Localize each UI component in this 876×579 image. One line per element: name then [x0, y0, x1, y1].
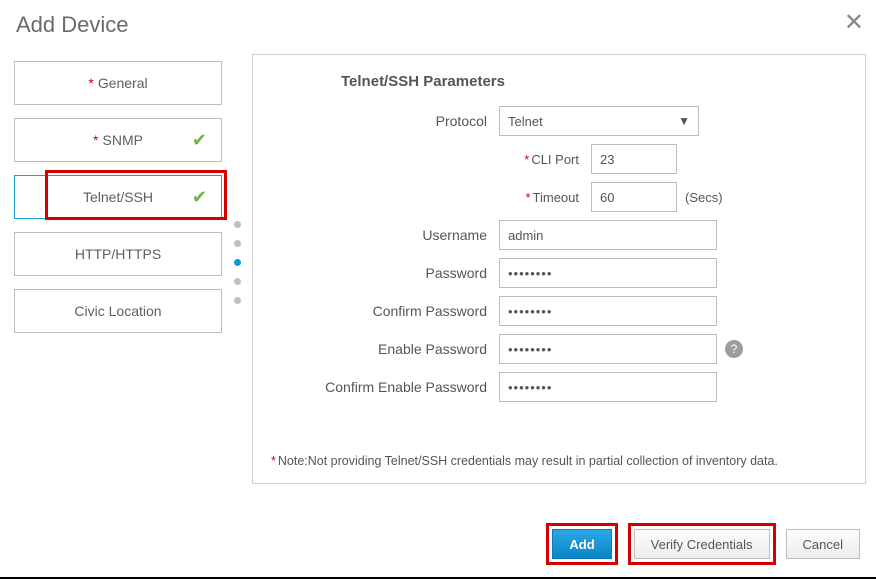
label-username: Username [422, 227, 487, 243]
dialog-footer: Add Verify Credentials Cancel [546, 523, 860, 565]
dialog-title: Add Device [0, 0, 876, 46]
cli-port-input[interactable] [591, 144, 677, 174]
sidebar-step-civic-location[interactable]: Civic Location [14, 289, 222, 333]
protocol-value: Telnet [508, 114, 543, 129]
sidebar: * General * SNMP ✔ Telnet/SSH ✔ HTTP/HTT… [10, 46, 226, 484]
required-asterisk: * [93, 132, 98, 148]
panel-title: Telnet/SSH Parameters [341, 73, 847, 90]
confirm-enable-password-input[interactable] [499, 372, 717, 402]
cancel-button[interactable]: Cancel [786, 529, 860, 559]
step-dot-active [234, 259, 241, 266]
label-cli-port: CLI Port [531, 152, 579, 167]
sidebar-step-telnet-ssh[interactable]: Telnet/SSH ✔ [14, 175, 222, 219]
label-confirm-enable-password: Confirm Enable Password [325, 379, 487, 395]
panel-note: *Note:Not providing Telnet/SSH credentia… [271, 454, 847, 468]
label-enable-password: Enable Password [378, 341, 487, 357]
sidebar-step-label: SNMP [103, 132, 143, 148]
step-dot [234, 240, 241, 247]
sidebar-step-label: General [98, 75, 148, 91]
help-icon[interactable]: ? [725, 340, 743, 358]
telnet-ssh-panel: Telnet/SSH Parameters Protocol Telnet ▼ … [252, 54, 866, 484]
highlight-annotation: Verify Credentials [628, 523, 776, 565]
chevron-down-icon: ▼ [678, 114, 690, 128]
step-dots [226, 46, 248, 484]
username-input[interactable] [499, 220, 717, 250]
sidebar-step-http-https[interactable]: HTTP/HTTPS [14, 232, 222, 276]
add-button[interactable]: Add [552, 529, 611, 559]
sidebar-step-snmp[interactable]: * SNMP ✔ [14, 118, 222, 162]
sidebar-step-label: Telnet/SSH [83, 189, 153, 205]
checkmark-icon: ✔ [192, 187, 207, 208]
close-icon[interactable]: ✕ [844, 8, 864, 37]
label-protocol: Protocol [436, 113, 487, 129]
confirm-password-input[interactable] [499, 296, 717, 326]
verify-credentials-button[interactable]: Verify Credentials [634, 529, 770, 559]
sidebar-step-label: HTTP/HTTPS [75, 246, 161, 262]
timeout-suffix: (Secs) [685, 190, 723, 205]
label-confirm-password: Confirm Password [373, 303, 487, 319]
timeout-input[interactable] [591, 182, 677, 212]
label-timeout: Timeout [533, 190, 579, 205]
protocol-select[interactable]: Telnet ▼ [499, 106, 699, 136]
required-asterisk: * [88, 75, 93, 91]
label-password: Password [426, 265, 487, 281]
sidebar-step-label: Civic Location [74, 303, 161, 319]
step-dot [234, 297, 241, 304]
step-dot [234, 221, 241, 228]
highlight-annotation: Add [546, 523, 617, 565]
enable-password-input[interactable] [499, 334, 717, 364]
password-input[interactable] [499, 258, 717, 288]
step-dot [234, 278, 241, 285]
checkmark-icon: ✔ [192, 130, 207, 151]
sidebar-step-general[interactable]: * General [14, 61, 222, 105]
